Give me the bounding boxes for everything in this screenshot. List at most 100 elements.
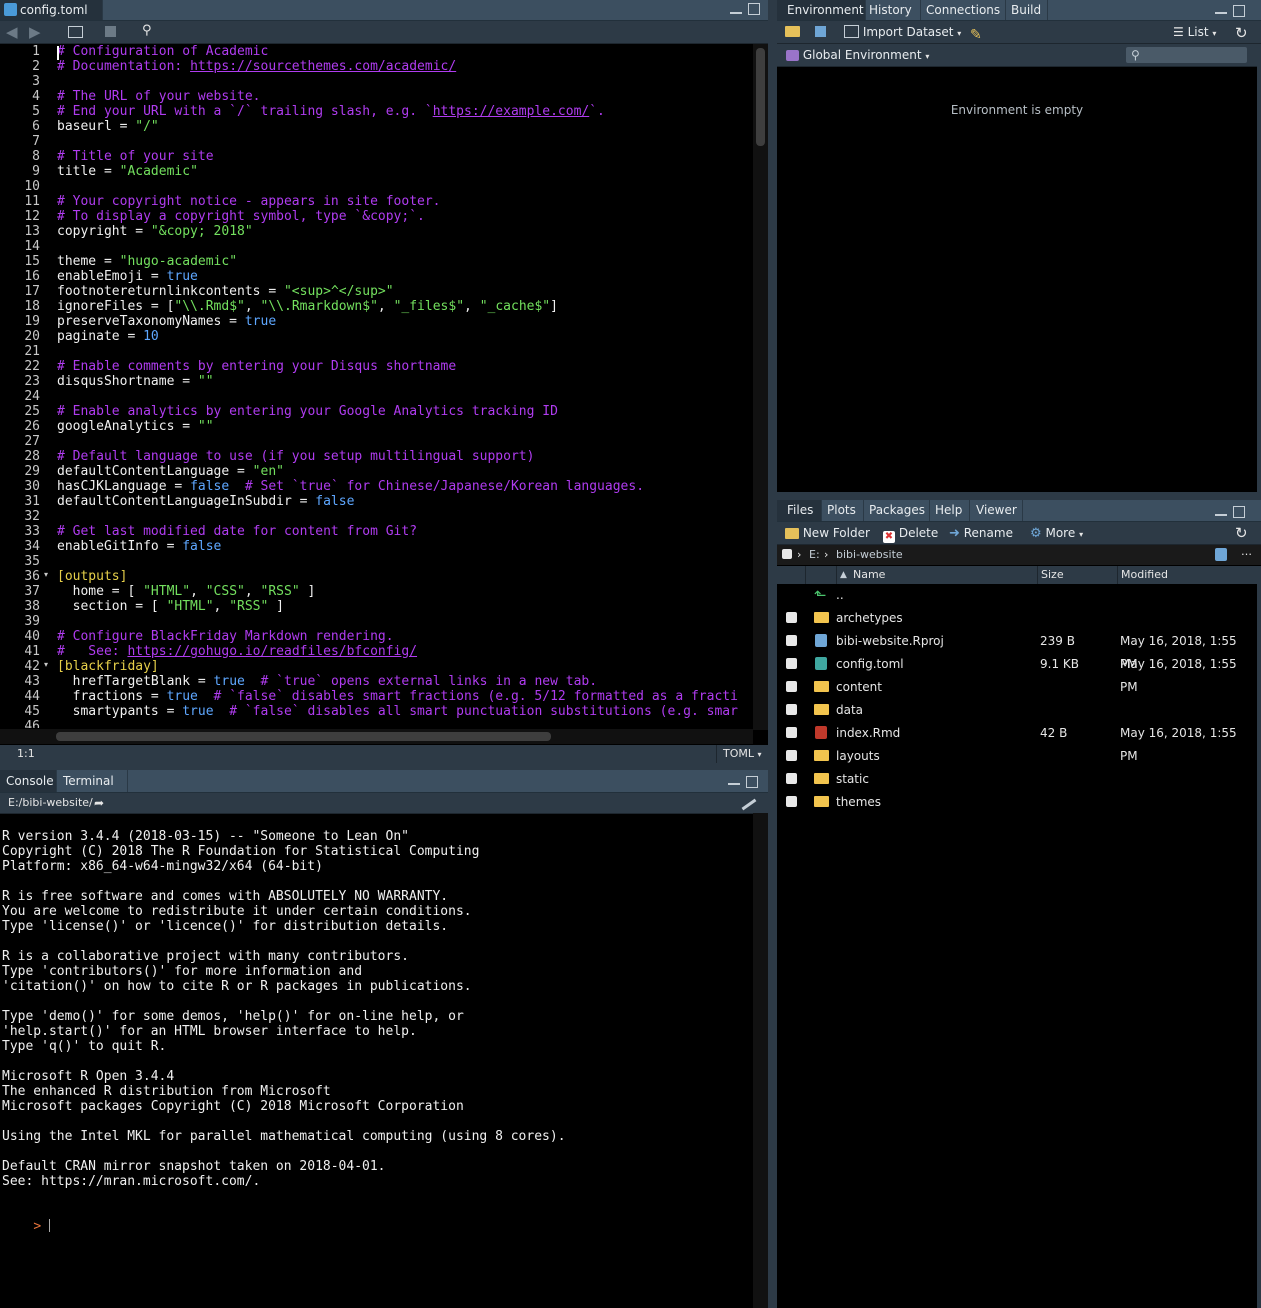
editor-vscroll[interactable] <box>753 44 768 730</box>
code-line: defaultContentLanguageInSubdir = false <box>57 494 354 509</box>
code-token: home = [ <box>57 584 144 599</box>
file-row[interactable]: layouts <box>777 745 1257 768</box>
refresh-icon[interactable]: ↻ <box>1235 522 1248 544</box>
code-token: ] <box>550 299 558 314</box>
tab-connections[interactable]: Connections <box>920 0 1006 20</box>
save-workspace-icon[interactable] <box>815 26 826 37</box>
file-name-link[interactable]: index.Rmd <box>836 722 900 745</box>
tab-plots[interactable]: Plots <box>821 500 864 521</box>
import-dataset-button[interactable]: Import Dataset ▾ <box>844 21 961 45</box>
line-number: 38 <box>24 599 40 614</box>
delete-button[interactable]: ✖ Delete <box>883 522 938 544</box>
editor-vscroll-thumb[interactable] <box>756 48 765 146</box>
file-row[interactable]: themes <box>777 791 1257 814</box>
row-checkbox[interactable] <box>786 727 797 738</box>
console-vscroll[interactable] <box>753 813 768 1308</box>
file-name-link[interactable]: data <box>836 699 863 722</box>
env-empty-message: Environment is empty <box>950 103 1084 117</box>
file-row[interactable]: archetypes <box>777 607 1257 630</box>
rename-button[interactable]: ➜ Rename <box>949 522 1013 545</box>
list-item-parent[interactable]: ⬑ .. <box>777 584 1257 607</box>
column-name[interactable]: Name <box>853 566 885 584</box>
editor-hscroll[interactable] <box>0 729 753 744</box>
code-line: hasCJKLanguage = false # Set `true` for … <box>57 479 644 494</box>
back-arrow-icon[interactable]: ◀ <box>6 23 18 41</box>
file-name-link[interactable]: bibi-website.Rproj <box>836 630 944 653</box>
file-row[interactable]: bibi-website.Rproj 239 B May 16, 2018, 1:5… <box>777 630 1257 671</box>
maximize-icon[interactable] <box>1233 5 1245 17</box>
global-environment-dropdown[interactable]: Global Environment ▾ <box>786 44 929 68</box>
file-name-link[interactable]: config.toml <box>836 653 904 676</box>
column-size[interactable]: Size <box>1037 566 1117 584</box>
show-in-window-icon[interactable] <box>68 26 83 38</box>
minimize-icon[interactable] <box>728 777 740 785</box>
maximize-icon[interactable] <box>1233 506 1245 518</box>
row-checkbox[interactable] <box>786 612 797 623</box>
minimize-icon[interactable] <box>1215 508 1227 516</box>
go-to-directory-icon[interactable]: ➦ <box>94 793 104 813</box>
row-checkbox[interactable] <box>786 635 797 646</box>
editor-hscroll-thumb[interactable] <box>56 732 551 741</box>
tab-console[interactable]: Console <box>0 770 57 792</box>
code-link[interactable]: https://gohugo.io/readfiles/bfconfig/ <box>127 644 417 659</box>
clear-workspace-icon[interactable]: ✎ <box>970 24 982 46</box>
fold-icon[interactable]: ▾ <box>44 660 48 669</box>
file-name-link[interactable]: static <box>836 768 869 791</box>
env-search-input[interactable]: ⚲ <box>1126 47 1247 63</box>
tab-packages[interactable]: Packages <box>863 500 930 521</box>
maximize-icon[interactable] <box>746 776 758 788</box>
tab-terminal[interactable]: Terminal × <box>57 770 128 810</box>
list-icon: ☰ <box>1173 25 1184 39</box>
tab-environment[interactable]: Environment <box>777 0 866 20</box>
code-link[interactable]: https://sourcethemes.com/academic/ <box>190 59 456 74</box>
breadcrumb-drive[interactable]: E: <box>809 545 820 565</box>
file-name-link[interactable]: content <box>836 676 882 699</box>
row-checkbox[interactable] <box>786 796 797 807</box>
file-type-selector[interactable]: TOML ▾ <box>716 745 768 763</box>
refresh-icon[interactable]: ↻ <box>1235 22 1248 44</box>
file-row[interactable]: config.toml 9.1 KB May 16, 2018, 1:55 PM <box>777 653 1257 694</box>
list-view-button[interactable]: ☰ List ▾ <box>1173 21 1216 45</box>
tab-build[interactable]: Build <box>1005 0 1048 20</box>
right-horizontal-splitter[interactable] <box>777 492 1261 500</box>
tab-files[interactable]: Files <box>777 500 822 521</box>
file-row[interactable]: content <box>777 676 1257 699</box>
file-name-link[interactable]: themes <box>836 791 881 814</box>
more-button[interactable]: ⚙ More ▾ <box>1030 522 1083 546</box>
file-row[interactable]: index.Rmd 42 B May 16, 2018, 1:55 PM <box>777 722 1257 763</box>
breadcrumb-folder[interactable]: bibi-website <box>836 545 903 565</box>
clear-console-icon[interactable] <box>741 798 757 811</box>
vertical-splitter[interactable] <box>768 0 777 1308</box>
project-icon[interactable] <box>1215 548 1227 561</box>
tab-viewer[interactable]: Viewer <box>970 500 1023 521</box>
row-checkbox[interactable] <box>786 704 797 715</box>
file-name-link[interactable]: archetypes <box>836 607 903 630</box>
file-row[interactable]: data <box>777 699 1257 722</box>
file-name-link[interactable]: layouts <box>836 745 880 768</box>
console-prompt[interactable]: > <box>2 1204 50 1249</box>
row-checkbox[interactable] <box>786 750 797 761</box>
new-folder-button[interactable]: New Folder <box>785 522 870 544</box>
minimize-icon[interactable] <box>1215 6 1227 14</box>
fold-icon[interactable]: ▾ <box>44 570 48 579</box>
file-row[interactable]: static <box>777 768 1257 791</box>
search-icon[interactable]: ⚲ <box>142 23 152 38</box>
code-link[interactable]: https://example.com/ <box>433 104 590 119</box>
tab-help[interactable]: Help <box>929 500 970 521</box>
forward-arrow-icon[interactable]: ▶ <box>29 23 41 41</box>
more-options-icon[interactable]: … <box>1241 542 1252 562</box>
left-horizontal-splitter[interactable] <box>0 763 768 770</box>
row-checkbox[interactable] <box>786 681 797 692</box>
code-area[interactable]: 1 # Configuration of Academic 2 # Documenta… <box>0 44 752 728</box>
row-checkbox[interactable] <box>786 658 797 669</box>
column-modified[interactable]: Modified <box>1117 566 1257 584</box>
save-icon[interactable] <box>105 26 116 37</box>
minimize-icon[interactable] <box>730 6 742 14</box>
tab-config-toml[interactable]: config.toml × <box>0 0 103 37</box>
maximize-icon[interactable] <box>748 3 760 15</box>
load-workspace-icon[interactable] <box>785 26 800 37</box>
select-all-checkbox[interactable] <box>782 549 792 559</box>
row-checkbox[interactable] <box>786 773 797 784</box>
code-token: ignoreFiles = [ <box>57 299 175 314</box>
tab-history[interactable]: History <box>863 0 921 20</box>
